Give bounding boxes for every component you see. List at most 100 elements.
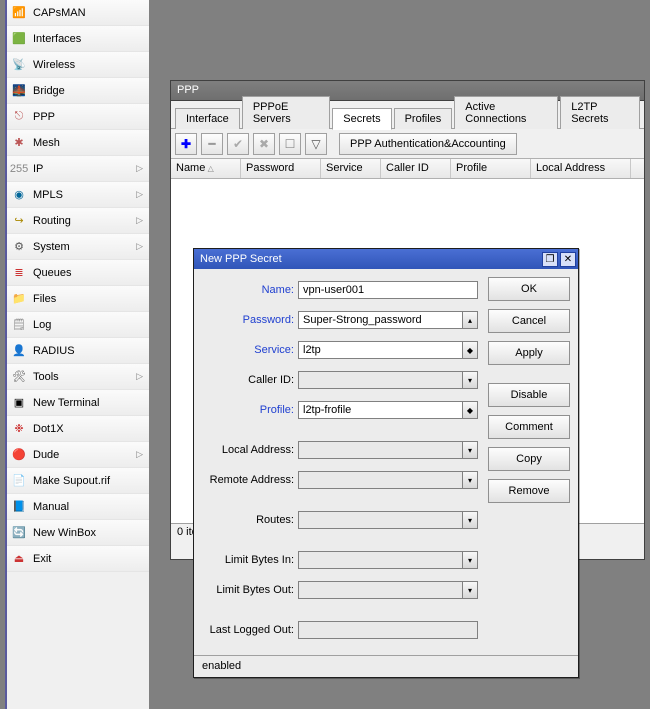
sidebar: 📶CAPsMAN🟩Interfaces📡Wireless🌉Bridge⎋PPP✱… (5, 0, 150, 709)
cancel-button[interactable]: Cancel (488, 309, 570, 333)
limit-bytes-out-field[interactable] (298, 581, 463, 599)
ppp-auth-button[interactable]: PPP Authentication&Accounting (339, 133, 517, 155)
column-header-local-address[interactable]: Local Address (531, 159, 631, 178)
sidebar-item-ppp[interactable]: ⎋PPP (7, 104, 149, 130)
add-button[interactable]: ✚ (175, 133, 197, 155)
password-expand-icon[interactable]: ▴ (462, 311, 478, 329)
comment-dialog-button[interactable]: Comment (488, 415, 570, 439)
dialog-status: enabled (194, 655, 578, 677)
sidebar-item-new-winbox[interactable]: 🔄New WinBox (7, 520, 149, 546)
sidebar-item-capsman[interactable]: 📶CAPsMAN (7, 0, 149, 26)
copy-button[interactable]: Copy (488, 447, 570, 471)
bridge-icon: 🌉 (11, 83, 27, 99)
sidebar-item-bridge[interactable]: 🌉Bridge (7, 78, 149, 104)
caller-id-field[interactable] (298, 371, 463, 389)
sidebar-item-system[interactable]: ⚙System▷ (7, 234, 149, 260)
remote-address-field[interactable] (298, 471, 463, 489)
sidebar-item-interfaces[interactable]: 🟩 Interfaces (7, 26, 149, 52)
sidebar-item-label: IP (33, 163, 43, 175)
sidebar-item-make-supout-rif[interactable]: 📄 Make Supout.rif (7, 468, 149, 494)
make-supout-rif-icon: 📄 (11, 473, 27, 489)
limit-bytes-in-label: Limit Bytes In: (202, 554, 298, 566)
tools-icon: 🛠 (11, 369, 27, 385)
profile-dropdown-icon[interactable]: ◆ (462, 401, 478, 419)
limit-bytes-in-field[interactable] (298, 551, 463, 569)
sidebar-item-label: RADIUS (33, 345, 75, 357)
sidebar-item-label: System (33, 241, 70, 253)
sidebar-item-label: Make Supout.rif (33, 475, 110, 487)
remove-dialog-button[interactable]: Remove (488, 479, 570, 503)
capsman-icon: 📶 (11, 5, 27, 21)
sidebar-item-radius[interactable]: 👤RADIUS (7, 338, 149, 364)
close-icon[interactable]: ✕ (560, 252, 576, 267)
tab-profiles[interactable]: Profiles (394, 108, 453, 129)
sidebar-item-dot1x[interactable]: ❉Dot1X (7, 416, 149, 442)
last-logged-out-field (298, 621, 478, 639)
restore-icon[interactable]: ❐ (542, 252, 558, 267)
manual-icon: 📘 (11, 499, 27, 515)
service-dropdown-icon[interactable]: ◆ (462, 341, 478, 359)
routes-label: Routes: (202, 514, 298, 526)
sidebar-item-mpls[interactable]: ◉MPLS▷ (7, 182, 149, 208)
dialog-button-column: OK Cancel Apply Disable Comment Copy Rem… (488, 277, 570, 647)
interfaces-icon: 🟩 (11, 31, 27, 47)
column-header-service[interactable]: Service (321, 159, 381, 178)
column-header-password[interactable]: Password (241, 159, 321, 178)
column-header-name[interactable]: Name △ (171, 159, 241, 178)
limit-bytes-out-label: Limit Bytes Out: (202, 584, 298, 596)
caller-id-expand-icon[interactable]: ▾ (462, 371, 478, 389)
sidebar-item-files[interactable]: 📁Files (7, 286, 149, 312)
chevron-right-icon: ▷ (136, 163, 143, 174)
limit-bytes-in-expand-icon[interactable]: ▾ (462, 551, 478, 569)
service-field[interactable] (298, 341, 463, 359)
sidebar-item-exit[interactable]: ⏏Exit (7, 546, 149, 572)
dialog-titlebar[interactable]: New PPP Secret ❐ ✕ (194, 249, 578, 269)
apply-button[interactable]: Apply (488, 341, 570, 365)
tab-interface[interactable]: Interface (175, 108, 240, 129)
local-address-field[interactable] (298, 441, 463, 459)
sidebar-item-ip[interactable]: 255IP▷ (7, 156, 149, 182)
ppp-toolbar: ✚ ━ ✔ ✖ ☐ ▽ PPP Authentication&Accountin… (171, 129, 644, 159)
sidebar-item-new-terminal[interactable]: ▣New Terminal (7, 390, 149, 416)
routes-field[interactable] (298, 511, 463, 529)
profile-label: Profile: (202, 404, 298, 416)
filter-button[interactable]: ▽ (305, 133, 327, 155)
remove-button[interactable]: ━ (201, 133, 223, 155)
sidebar-item-dude[interactable]: 🔴Dude▷ (7, 442, 149, 468)
sidebar-item-log[interactable]: 🗒Log (7, 312, 149, 338)
column-header-caller-id[interactable]: Caller ID (381, 159, 451, 178)
column-header-profile[interactable]: Profile (451, 159, 531, 178)
enable-button[interactable]: ✔ (227, 133, 249, 155)
limit-bytes-out-expand-icon[interactable]: ▾ (462, 581, 478, 599)
tab-active-connections[interactable]: Active Connections (454, 96, 558, 129)
sidebar-item-wireless[interactable]: 📡Wireless (7, 52, 149, 78)
sidebar-item-queues[interactable]: ≣Queues (7, 260, 149, 286)
sidebar-item-routing[interactable]: ↪Routing▷ (7, 208, 149, 234)
tab-l2tp-secrets[interactable]: L2TP Secrets (560, 96, 640, 129)
sidebar-item-label: Wireless (33, 59, 75, 71)
sidebar-item-label: Interfaces (33, 33, 81, 45)
sidebar-item-label: Log (33, 319, 51, 331)
disable-button[interactable]: ✖ (253, 133, 275, 155)
caller-id-label: Caller ID: (202, 374, 298, 386)
comment-button[interactable]: ☐ (279, 133, 301, 155)
sidebar-item-tools[interactable]: 🛠Tools▷ (7, 364, 149, 390)
dot1x-icon: ❉ (11, 421, 27, 437)
sidebar-item-mesh[interactable]: ✱Mesh (7, 130, 149, 156)
name-field[interactable] (298, 281, 478, 299)
sidebar-item-manual[interactable]: 📘Manual (7, 494, 149, 520)
remote-address-expand-icon[interactable]: ▾ (462, 471, 478, 489)
profile-field[interactable] (298, 401, 463, 419)
mesh-icon: ✱ (11, 135, 27, 151)
local-address-expand-icon[interactable]: ▾ (462, 441, 478, 459)
disable-dialog-button[interactable]: Disable (488, 383, 570, 407)
tab-pppoe-servers[interactable]: PPPoE Servers (242, 96, 330, 129)
sidebar-item-label: Tools (33, 371, 59, 383)
tab-secrets[interactable]: Secrets (332, 108, 391, 130)
routes-expand-icon[interactable]: ▾ (462, 511, 478, 529)
password-field[interactable] (298, 311, 463, 329)
new-ppp-secret-dialog: New PPP Secret ❐ ✕ Name: Password: ▴ Ser… (193, 248, 579, 678)
ok-button[interactable]: OK (488, 277, 570, 301)
sidebar-item-label: Queues (33, 267, 72, 279)
last-logged-out-label: Last Logged Out: (202, 624, 298, 636)
